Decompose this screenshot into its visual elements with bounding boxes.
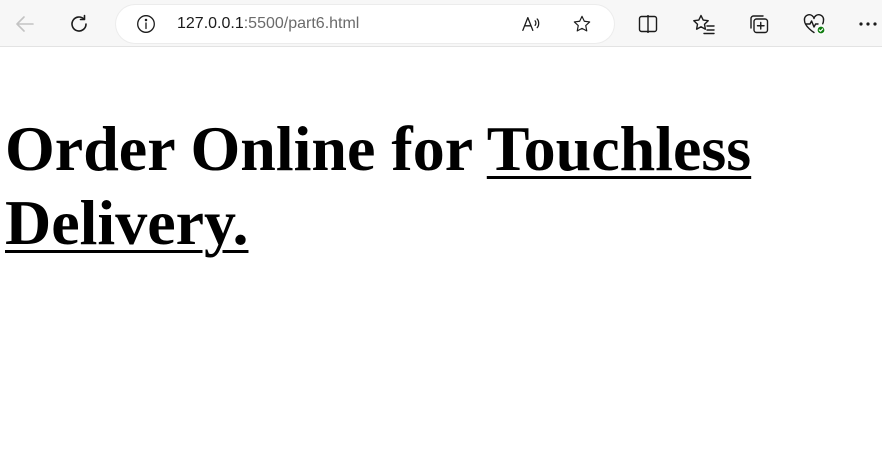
split-screen-button[interactable] — [631, 7, 665, 41]
favorites-icon — [692, 13, 716, 35]
back-arrow-icon — [13, 12, 37, 36]
info-icon[interactable] — [136, 14, 156, 34]
more-icon — [858, 21, 878, 27]
read-aloud-icon[interactable] — [521, 14, 541, 34]
refresh-icon — [67, 12, 91, 36]
star-icon[interactable] — [572, 14, 592, 34]
browser-toolbar: 127.0.0.1:5500/part6.html — [0, 0, 882, 47]
split-screen-icon — [637, 13, 659, 35]
back-button[interactable] — [8, 7, 42, 41]
more-button[interactable] — [851, 7, 882, 41]
page-heading: Order Online for Touchless Delivery. — [5, 112, 875, 260]
browser-essentials-button[interactable] — [797, 7, 831, 41]
url-path: :5500/part6.html — [243, 15, 360, 32]
address-bar[interactable]: 127.0.0.1:5500/part6.html — [116, 5, 614, 43]
collections-button[interactable] — [742, 7, 776, 41]
url-host: 127.0.0.1 — [177, 15, 244, 32]
page-content: Order Online for Touchless Delivery. — [0, 48, 882, 466]
favorites-button[interactable] — [687, 7, 721, 41]
url-text[interactable]: 127.0.0.1:5500/part6.html — [177, 15, 359, 33]
heartbeat-icon — [802, 13, 826, 35]
heading-text: Order Online for — [5, 113, 487, 184]
collections-icon — [748, 13, 770, 35]
refresh-button[interactable] — [62, 7, 96, 41]
